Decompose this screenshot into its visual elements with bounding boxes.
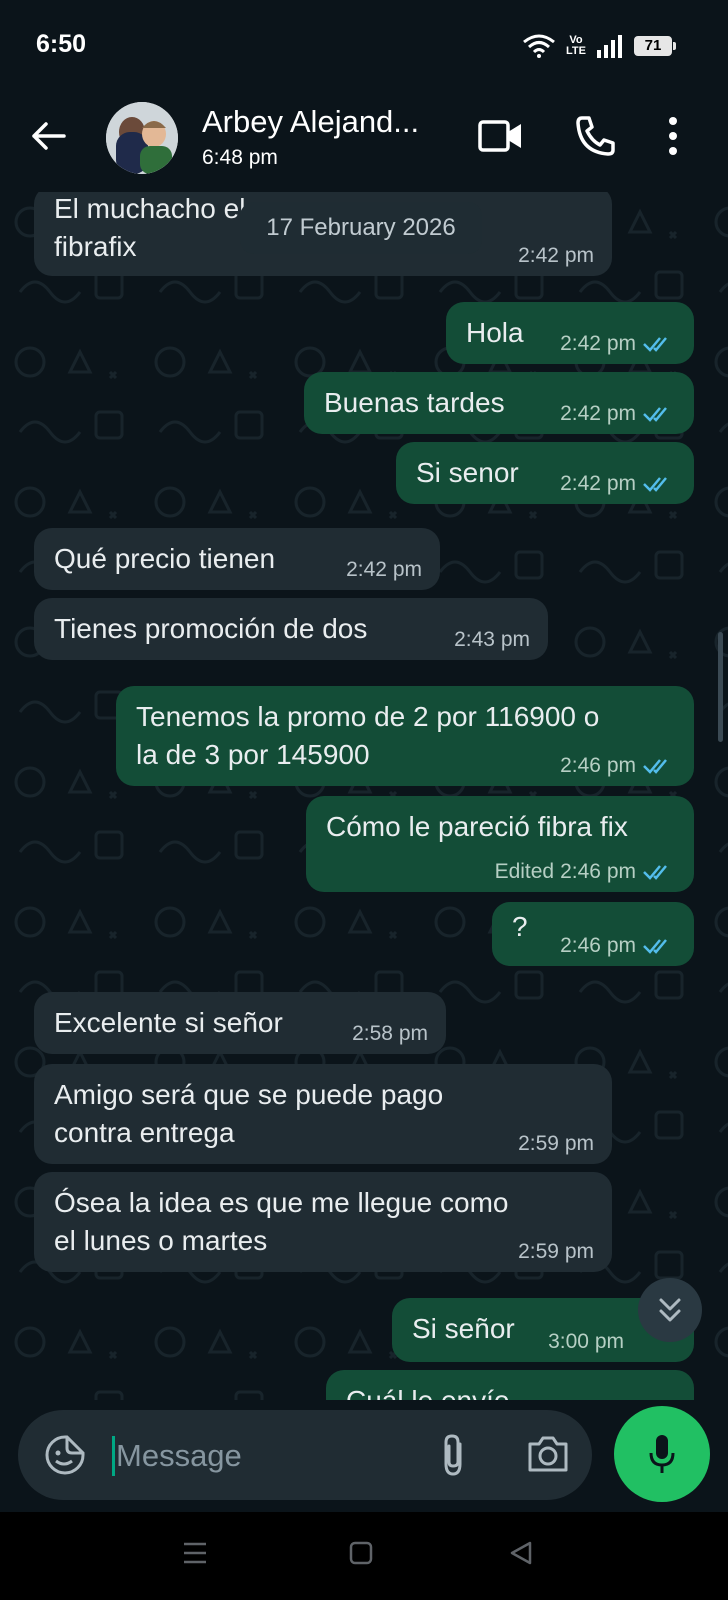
message-meta: Edited 2:46 pm <box>495 860 676 884</box>
video-call-button[interactable] <box>478 118 524 159</box>
camera-button[interactable] <box>526 1434 570 1479</box>
status-bar: 6:50 Vo LTE 71 <box>0 0 728 92</box>
message-meta: 2:43 pm <box>454 628 530 652</box>
message-bubble-outgoing[interactable]: ? 2:46 pm <box>492 902 694 966</box>
message-time: 2:59 pm <box>518 1132 594 1155</box>
message-bubble-incoming[interactable]: Excelente si señor 2:58 pm <box>34 992 446 1054</box>
message-meta: 2:42 pm <box>518 244 594 268</box>
message-text: Amigo será que se puede pago contra entr… <box>54 1079 444 1148</box>
system-nav-bar <box>0 1512 728 1600</box>
back-arrow-icon <box>32 122 66 150</box>
double-chevron-down-icon <box>659 1298 681 1322</box>
voice-call-button[interactable] <box>574 114 616 163</box>
message-meta: 2:42 pm <box>346 558 422 582</box>
message-bubble-incoming[interactable]: Amigo será que se puede pago contra entr… <box>34 1064 612 1164</box>
avatar-image <box>106 102 178 174</box>
message-meta: 2:59 pm <box>518 1240 594 1264</box>
message-text: ? <box>512 911 528 942</box>
message-time: 2:42 pm <box>518 244 594 267</box>
mic-icon <box>649 1435 675 1473</box>
back-nav-icon[interactable] <box>508 1540 534 1566</box>
more-vert-icon <box>669 117 677 155</box>
message-text: Excelente si señor <box>54 1007 283 1038</box>
avatar[interactable] <box>106 102 178 174</box>
status-icons: Vo LTE 71 <box>522 34 676 58</box>
message-bubble-incoming[interactable]: Qué precio tienen 2:42 pm <box>34 528 440 590</box>
message-bubble-outgoing[interactable]: Cómo le pareció fibra fix Edited 2:46 pm <box>306 796 694 892</box>
message-text: Si senor <box>416 457 519 488</box>
message-bubble-outgoing[interactable]: Buenas tardes 2:42 pm <box>304 372 694 434</box>
message-bubble-outgoing[interactable]: Hola 2:42 pm <box>446 302 694 364</box>
message-time: 2:43 pm <box>454 628 530 651</box>
volte-icon: Vo LTE <box>566 35 586 57</box>
sticker-icon <box>45 1435 85 1475</box>
sticker-button[interactable] <box>44 1434 86 1481</box>
message-meta: 2:46 pm <box>560 754 676 778</box>
chat-area[interactable]: El muchacho el fibrafix 2:42 pm 17 Febru… <box>0 192 728 1400</box>
status-time: 6:50 <box>36 30 87 58</box>
voice-record-button[interactable] <box>614 1406 710 1502</box>
video-call-icon <box>478 120 521 152</box>
message-time: 2:42 pm <box>346 558 422 581</box>
wifi-icon <box>523 34 555 58</box>
date-chip: 17 February 2026 <box>240 202 482 254</box>
lte-label: LTE <box>566 45 586 57</box>
edited-label: Edited <box>494 860 555 883</box>
message-bubble-outgoing[interactable]: Cuál le envío <box>326 1370 694 1400</box>
chat-header: Arbey Alejand... 6:48 pm <box>0 92 728 192</box>
message-text: Ósea la idea es que me llegue como el lu… <box>54 1187 509 1256</box>
message-time: 2:42 pm <box>560 402 636 425</box>
phone-icon <box>576 116 615 156</box>
message-text: Qué precio tienen <box>54 543 276 574</box>
message-meta: 2:58 pm <box>352 1022 428 1046</box>
contact-name[interactable]: Arbey Alejand... <box>202 104 419 140</box>
message-meta: 2:42 pm <box>560 402 676 426</box>
message-text: El muchacho el fibrafix <box>54 193 246 262</box>
scroll-to-bottom-button[interactable] <box>638 1278 702 1342</box>
paperclip-icon <box>444 1434 462 1476</box>
message-time: 2:42 pm <box>560 472 636 495</box>
message-composer <box>18 1410 592 1500</box>
message-time: 2:46 pm <box>560 754 636 777</box>
read-ticks-icon <box>643 337 667 352</box>
message-bubble-incoming[interactable]: Tienes promoción de dos 2:43 pm <box>34 598 548 660</box>
message-meta: 2:42 pm <box>560 472 676 496</box>
message-text: Tienes promoción de dos <box>54 613 368 644</box>
last-seen: 6:48 pm <box>202 146 278 169</box>
scrollbar-thumb[interactable] <box>718 632 723 742</box>
message-time: 2:46 pm <box>560 860 636 883</box>
message-meta: 2:59 pm <box>518 1132 594 1156</box>
message-meta: 2:46 pm <box>560 934 676 958</box>
back-button[interactable] <box>28 116 68 161</box>
message-text: Buenas tardes <box>324 387 505 418</box>
message-text: Cómo le pareció fibra fix <box>326 811 628 842</box>
message-time: 3:00 pm <box>548 1330 624 1353</box>
camera-icon <box>528 1436 568 1472</box>
read-ticks-icon <box>643 865 667 880</box>
home-nav-icon[interactable] <box>348 1540 374 1566</box>
message-bubble-incoming[interactable]: Ósea la idea es que me llegue como el lu… <box>34 1172 612 1272</box>
read-ticks-icon <box>643 759 667 774</box>
read-ticks-icon <box>643 939 667 954</box>
message-bubble-outgoing[interactable]: Tenemos la promo de 2 por 116900 o la de… <box>116 686 694 786</box>
signal-icon <box>597 35 622 58</box>
message-input[interactable] <box>114 1428 418 1484</box>
message-bubble-outgoing[interactable]: Si senor 2:42 pm <box>396 442 694 504</box>
message-meta: 2:42 pm <box>560 332 676 356</box>
recents-nav-icon[interactable] <box>182 1540 208 1566</box>
message-text: Tenemos la promo de 2 por 116900 o la de… <box>136 701 600 770</box>
attach-button[interactable] <box>438 1432 468 1483</box>
more-options-button[interactable] <box>668 116 678 161</box>
read-ticks-icon <box>643 407 667 422</box>
message-meta: 3:00 pm <box>548 1330 624 1354</box>
message-text: Si señor <box>412 1313 515 1344</box>
message-text: Hola <box>466 317 524 348</box>
message-time: 2:59 pm <box>518 1240 594 1263</box>
message-time: 2:46 pm <box>560 934 636 957</box>
message-text: Cuál le envío <box>346 1382 509 1400</box>
battery-icon: 71 <box>634 36 676 56</box>
read-ticks-icon <box>643 477 667 492</box>
message-time: 2:42 pm <box>560 332 636 355</box>
message-time: 2:58 pm <box>352 1022 428 1045</box>
